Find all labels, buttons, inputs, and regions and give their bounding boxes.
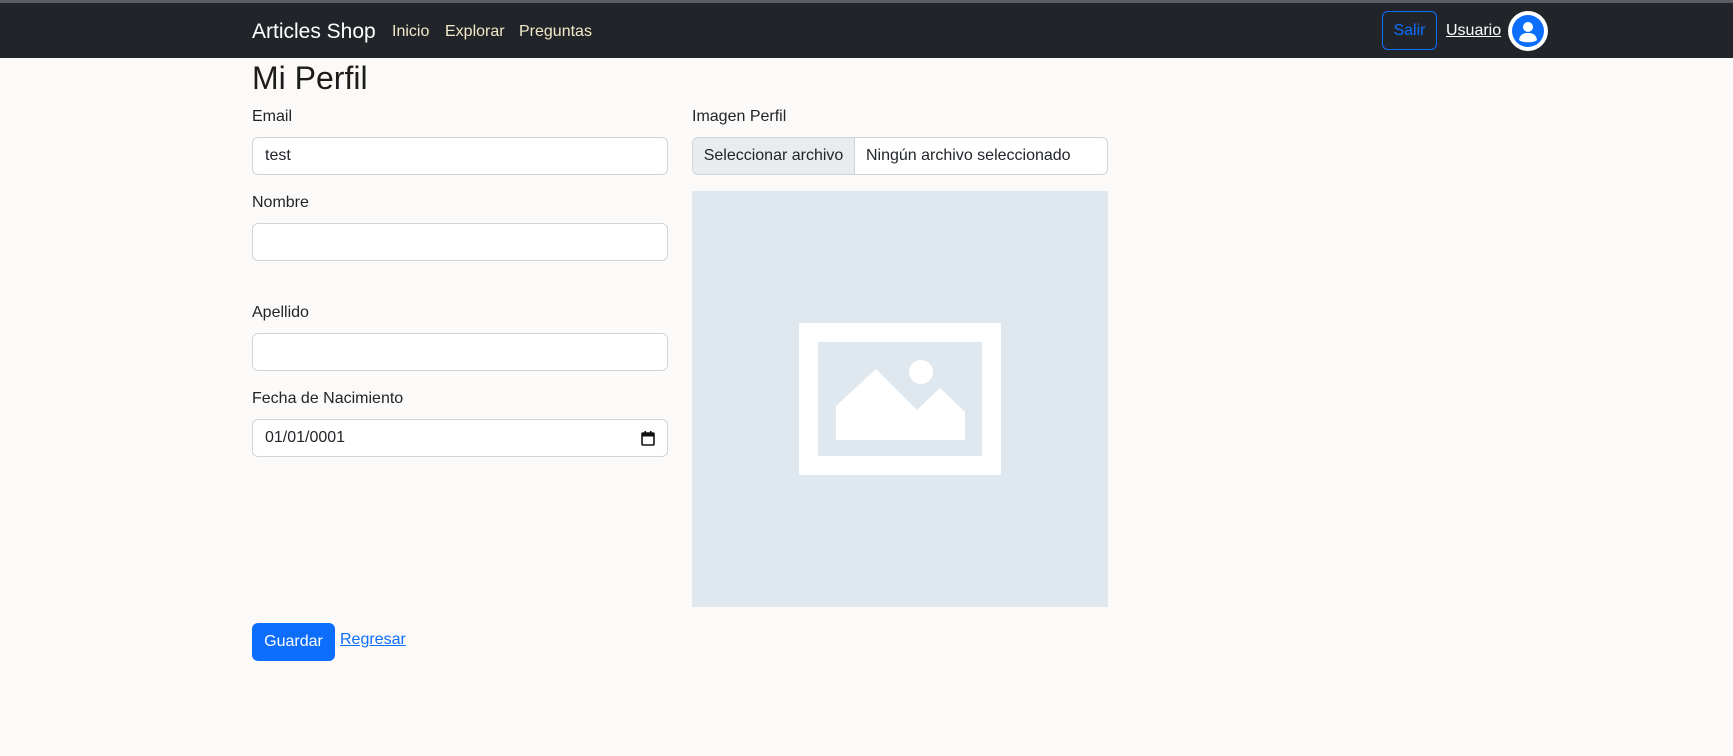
email-field[interactable] bbox=[252, 137, 668, 175]
user-profile-link[interactable]: Usuario bbox=[1446, 22, 1501, 40]
nombre-label: Nombre bbox=[252, 194, 309, 211]
calendar-icon[interactable] bbox=[641, 430, 655, 446]
fecha-nacimiento-label: Fecha de Nacimiento bbox=[252, 390, 404, 407]
profile-image-preview bbox=[692, 191, 1108, 607]
imagen-perfil-label: Imagen Perfil bbox=[692, 108, 787, 125]
fecha-nacimiento-field[interactable]: 01/01/0001 bbox=[252, 419, 668, 457]
user-circle-icon bbox=[1512, 15, 1544, 47]
nav-link-inicio[interactable]: Inicio bbox=[392, 23, 429, 41]
brand-link[interactable]: Articles Shop bbox=[252, 20, 376, 44]
avatar[interactable] bbox=[1508, 11, 1548, 51]
imagen-perfil-file-input[interactable]: Seleccionar archivo Ningún archivo selec… bbox=[692, 137, 1108, 175]
email-label: Email bbox=[252, 108, 293, 125]
logout-button[interactable]: Salir bbox=[1382, 11, 1437, 50]
fecha-nacimiento-value: 01/01/0001 bbox=[265, 429, 346, 446]
apellido-field[interactable] bbox=[252, 333, 668, 371]
select-file-button[interactable]: Seleccionar archivo bbox=[693, 138, 855, 174]
save-button[interactable]: Guardar bbox=[252, 623, 335, 661]
page-title: Mi Perfil bbox=[252, 60, 368, 96]
navbar: Articles Shop Inicio Explorar Preguntas … bbox=[0, 3, 1733, 58]
nombre-field[interactable] bbox=[252, 223, 668, 261]
image-placeholder-icon bbox=[799, 323, 1001, 475]
nav-link-explorar[interactable]: Explorar bbox=[445, 23, 505, 41]
back-link[interactable]: Regresar bbox=[340, 631, 406, 649]
apellido-label: Apellido bbox=[252, 304, 309, 321]
file-status-text: Ningún archivo seleccionado bbox=[866, 147, 1071, 164]
nav-link-preguntas[interactable]: Preguntas bbox=[519, 23, 592, 41]
